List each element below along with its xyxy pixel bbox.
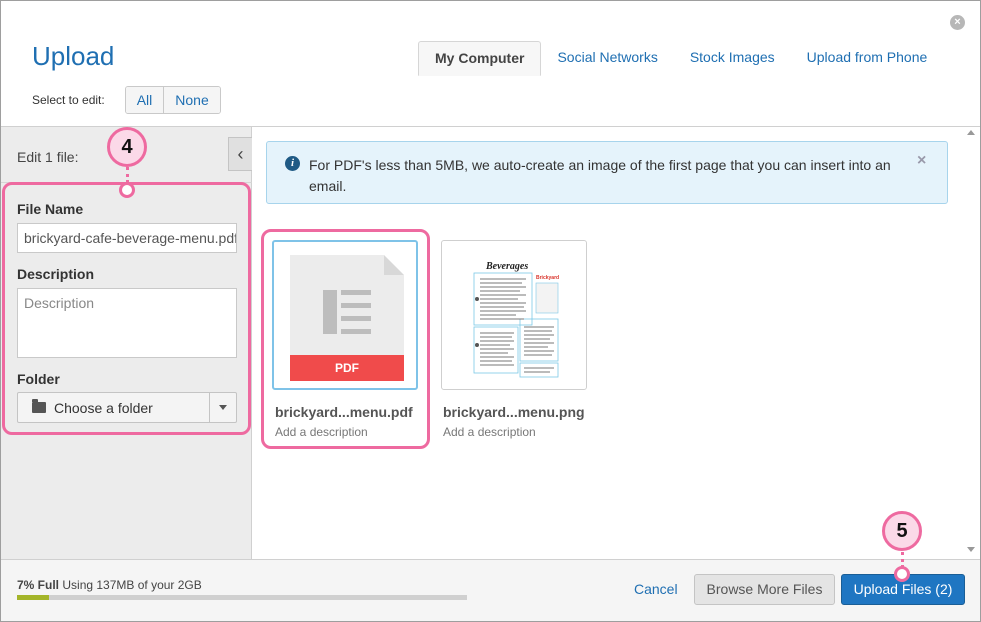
scroll-up-icon[interactable]	[967, 130, 975, 135]
edit-files-label: Edit 1 file:	[17, 149, 79, 165]
info-circle-icon: i	[285, 156, 300, 171]
callout-badge-5: 5	[882, 511, 922, 551]
svg-text:Beverages: Beverages	[485, 261, 528, 272]
add-description-png[interactable]: Add a description	[443, 425, 536, 439]
svg-text:Brickyard: Brickyard	[536, 275, 559, 281]
browse-more-files-button[interactable]: Browse More Files	[694, 574, 835, 605]
select-none-button[interactable]: None	[163, 87, 220, 113]
storage-progress-bar	[17, 595, 467, 600]
collapse-panel-button[interactable]: ‹	[228, 137, 252, 171]
callout-box-edit-fields	[2, 182, 251, 435]
dialog-title: Upload	[32, 41, 115, 71]
upload-dialog: Upload × My Computer Social Networks Sto…	[0, 0, 981, 622]
callout-dot-5	[894, 566, 910, 582]
callout-badge-4: 4	[107, 127, 147, 167]
close-alert-icon[interactable]: ×	[917, 152, 926, 170]
chevron-left-icon: ‹	[237, 144, 244, 164]
tab-upload-from-phone[interactable]: Upload from Phone	[791, 41, 944, 76]
cancel-link[interactable]: Cancel	[634, 581, 678, 597]
source-tabs: My Computer Social Networks Stock Images…	[418, 41, 943, 76]
tab-my-computer[interactable]: My Computer	[418, 41, 542, 76]
files-scrollbar[interactable]	[963, 127, 979, 559]
storage-progress-fill	[17, 595, 49, 600]
dialog-footer: 7% Full Using 137MB of your 2GB Cancel B…	[1, 560, 980, 621]
storage-usage: 7% Full Using 137MB of your 2GB	[17, 578, 202, 592]
scroll-down-icon[interactable]	[967, 547, 975, 552]
storage-percent-full: 7% Full	[17, 578, 60, 592]
menu-thumbnail-image: Beverages Brickyard	[466, 255, 564, 379]
storage-usage-text: Using 137MB of your 2GB	[62, 578, 202, 592]
select-all-button[interactable]: All	[125, 87, 164, 113]
file-card-png[interactable]: Beverages Brickyard	[441, 240, 587, 390]
tab-stock-images[interactable]: Stock Images	[674, 41, 791, 76]
callout-box-selected-file	[261, 229, 430, 449]
select-to-edit-row: Select to edit: All None	[32, 86, 221, 114]
callout-dot-4	[119, 182, 135, 198]
select-button-group: All None	[124, 86, 221, 114]
close-icon[interactable]: ×	[950, 15, 965, 30]
pdf-info-text: For PDF's less than 5MB, we auto-create …	[309, 157, 891, 194]
select-to-edit-label: Select to edit:	[32, 93, 105, 107]
file-name-png: brickyard...menu.png	[443, 404, 585, 420]
pdf-info-alert: i For PDF's less than 5MB, we auto-creat…	[266, 141, 948, 204]
tab-social-networks[interactable]: Social Networks	[541, 41, 673, 76]
callout-stem-4	[126, 167, 129, 183]
